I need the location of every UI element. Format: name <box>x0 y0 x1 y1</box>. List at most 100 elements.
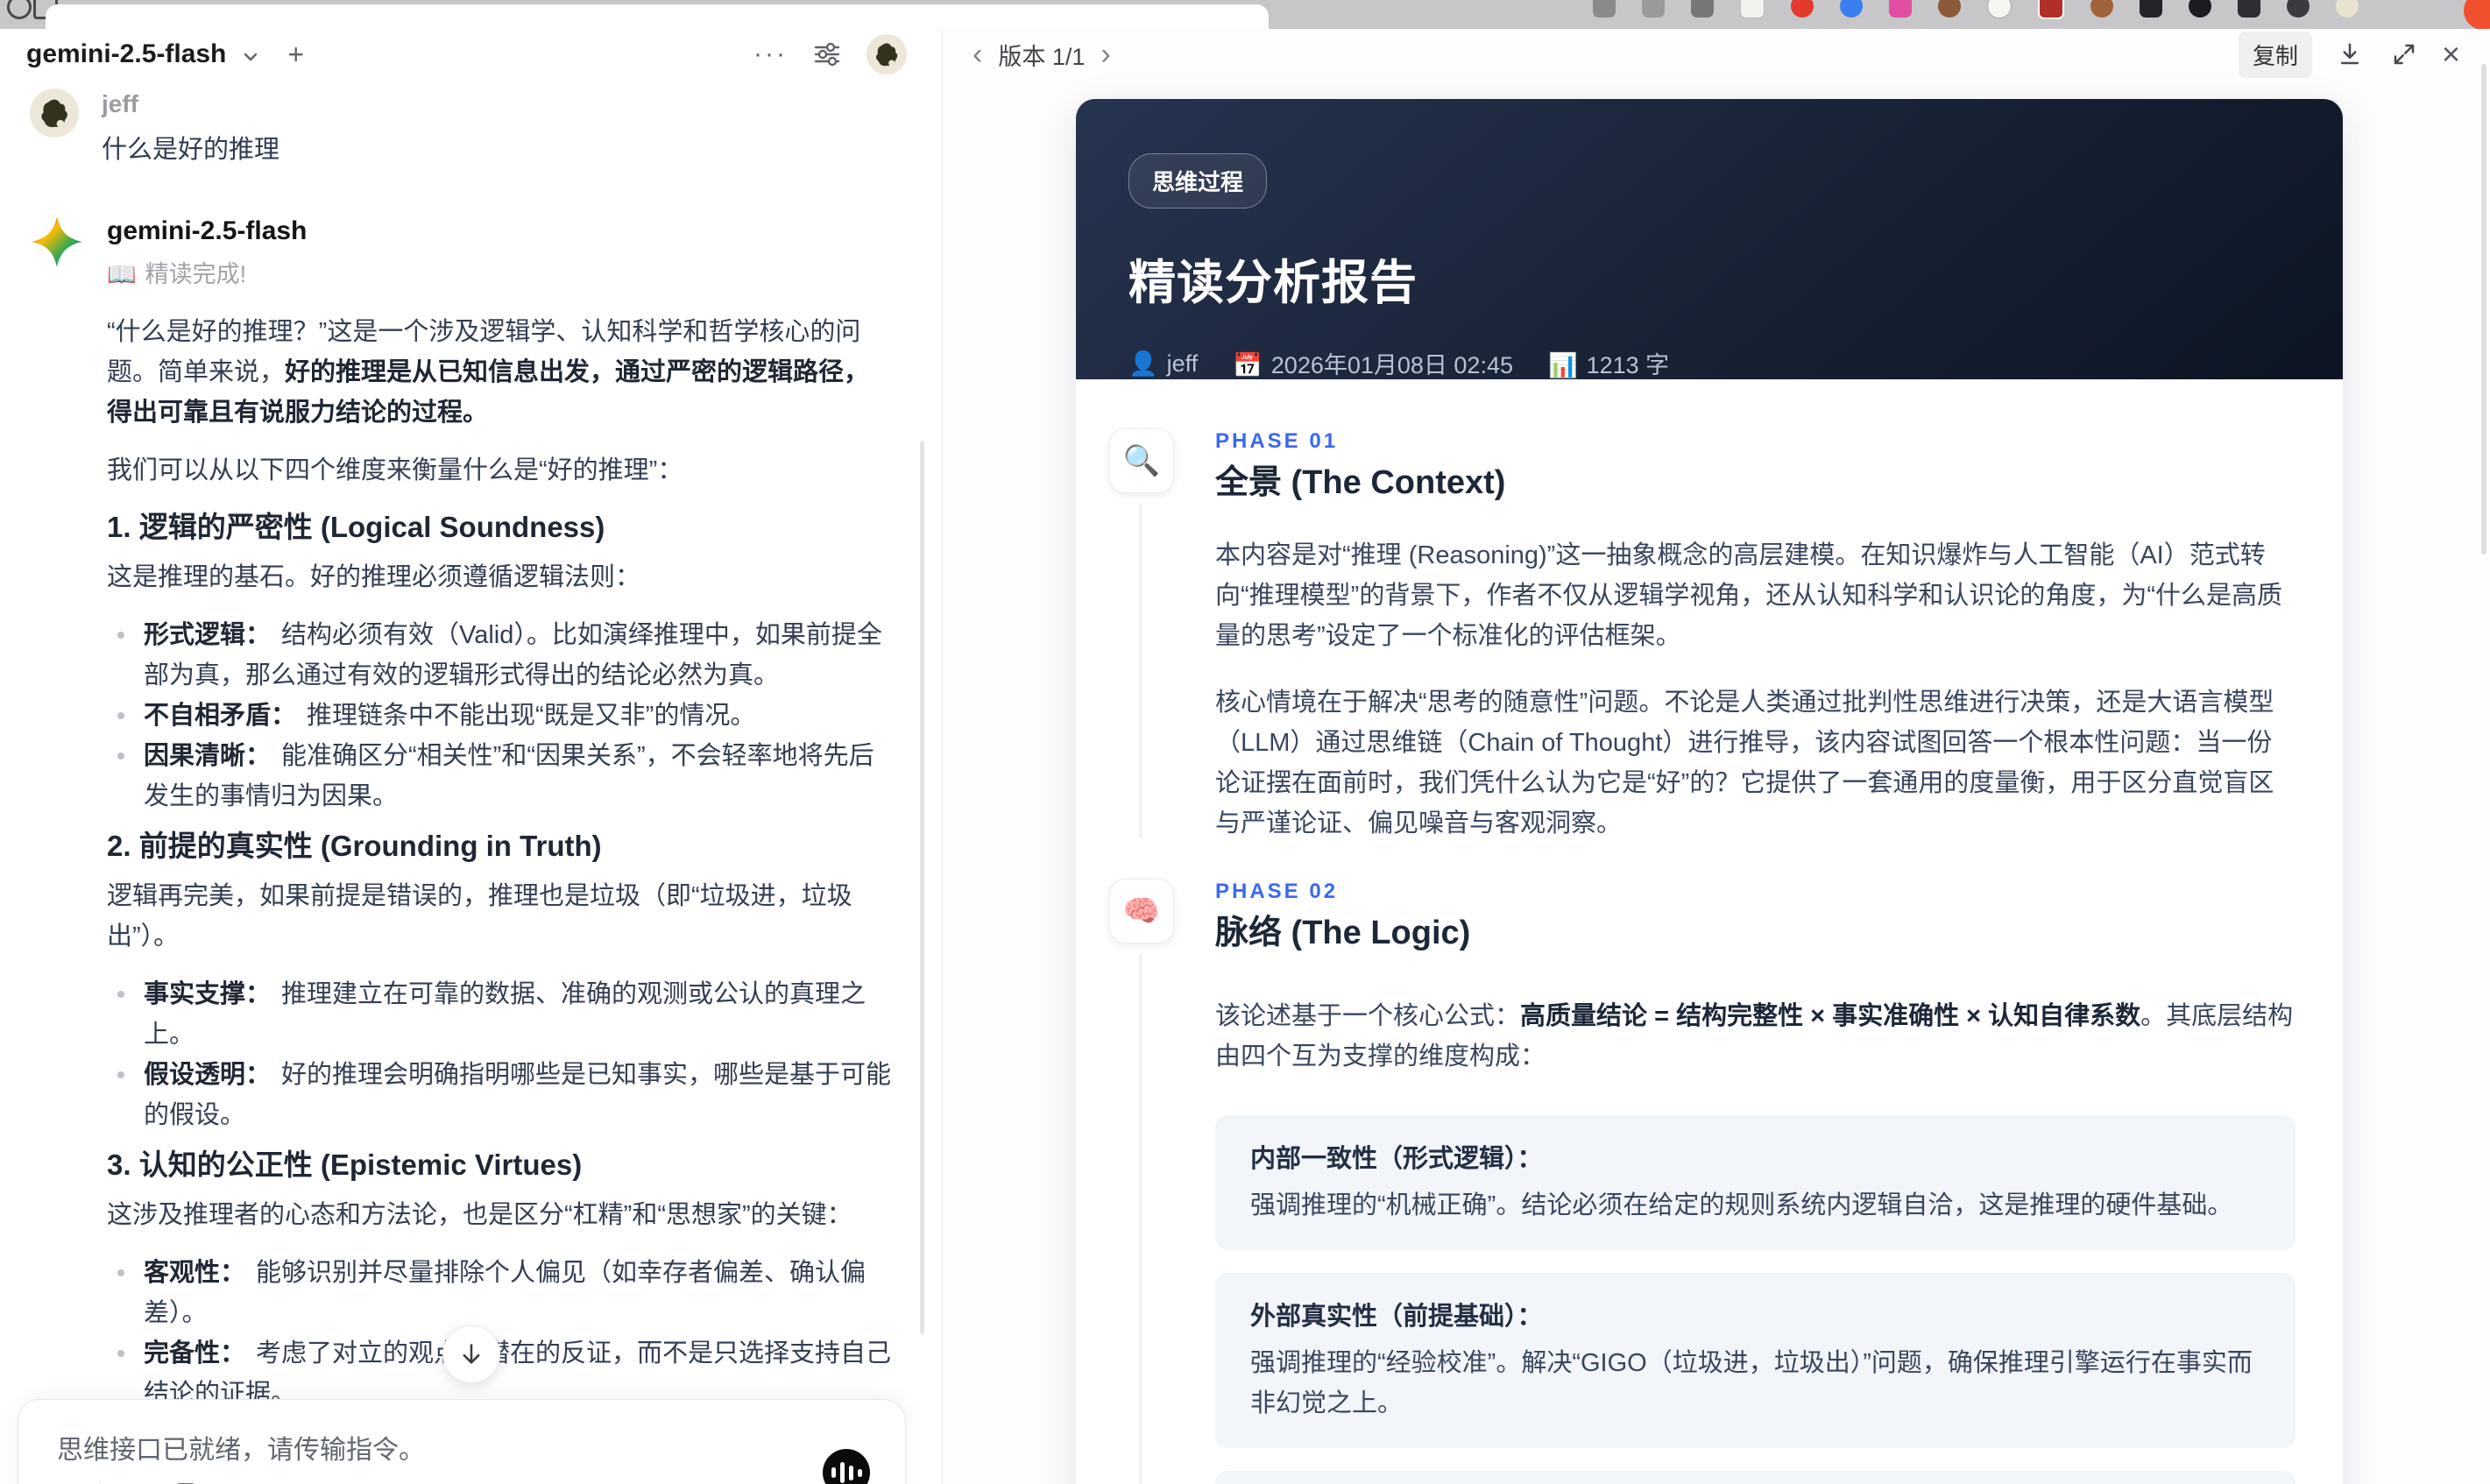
list-item: 形式逻辑： 结构必须有效（Valid）。比如演绎推理中，如果前提全部为真，那么通过… <box>107 615 895 696</box>
expand-icon[interactable] <box>2387 38 2421 71</box>
phase-title: 全景 (The Context) <box>1215 464 1506 501</box>
assistant-message: gemini-2.5-flash 📖 精读完成! “什么是好的推理？”这是一个涉及… <box>30 215 895 1484</box>
close-icon[interactable]: × <box>2442 39 2460 70</box>
new-topic-button[interactable]: + <box>287 40 304 68</box>
chat-scroll-area[interactable]: jeff 什么是好的推理 gemini-2.5-flash 📖 精读完成! “什… <box>0 80 942 1484</box>
user-message: jeff 什么是好的推理 <box>30 88 895 166</box>
phase-label: PHASE 02 <box>1215 880 1339 903</box>
report-badge: 思维过程 <box>1128 153 1268 208</box>
browser-extension-icon[interactable] <box>2038 0 2064 19</box>
report-header: 思维过程 精读分析报告 👤 jeff 📅 2026年01月08日 02:45 📊 12… <box>1076 99 2343 379</box>
version-next-button[interactable]: › <box>1093 39 1117 69</box>
meta-word-count: 📊 1213 字 <box>1547 352 1670 378</box>
message-author: gemini-2.5-flash <box>107 216 308 245</box>
browser-extension-icon[interactable] <box>2140 0 2162 18</box>
browser-extension-icon[interactable] <box>1987 0 2012 18</box>
browser-extension-icon[interactable] <box>2189 0 2211 18</box>
assistant-status: 📖 精读完成! <box>107 261 247 287</box>
section-heading: 2. 前提的真实性 (Grounding in Truth) <box>107 830 602 862</box>
message-author: jeff <box>102 90 138 117</box>
paragraph: “什么是好的推理？”这是一个涉及逻辑学、认知科学和哲学核心的问题。简单来说，好的… <box>107 318 870 427</box>
composer: 思维接口已就绪，请传输指令。 + <box>18 1399 906 1484</box>
magnifier-icon: 🔍 <box>1109 428 1174 493</box>
paragraph: 逻辑再完美，如果前提是错误的，推理也是垃圾（即“垃圾进，垃圾出”）。 <box>107 882 852 950</box>
user-avatar[interactable] <box>30 88 79 138</box>
chat-scrollbar[interactable] <box>920 441 924 1334</box>
artifact-scrollbar[interactable] <box>2481 64 2486 555</box>
paragraph: 我们可以从以下四个维度来衡量什么是“好的推理”： <box>107 456 683 484</box>
artifact-panel: ‹ 版本 1/1 › 复制 × 思维过程 精读分析报告 👤 jeff 📅 202… <box>943 29 2490 1484</box>
report-title: 精读分析报告 <box>1128 257 1418 309</box>
gemini-logo-icon <box>30 215 84 269</box>
browser-profile-avatar[interactable] <box>2336 0 2359 18</box>
version-label: 版本 1/1 <box>998 43 1086 70</box>
paragraph: 核心情境在于解决“思考的随意性”问题。不论是人类通过批判性思维进行决策，还是大语… <box>1215 689 2274 837</box>
browser-extension-icon[interactable] <box>1740 0 1765 18</box>
list-item: 客观性： 能够识别并尽量排除个人偏见（如幸存者偏差、确认偏差）。 <box>107 1253 895 1333</box>
report-body: 🔍 PHASE 01 全景 (The Context) 本内容是对“推理 (Re… <box>1076 379 2343 1484</box>
message-text: 什么是好的推理 <box>102 136 280 164</box>
dimension-card: 外部真实性（前提基础）： 强调推理的“经验校准”。解决“GIGO（垃圾进，垃圾出… <box>1215 1273 2295 1448</box>
download-icon[interactable] <box>2333 38 2366 71</box>
browser-extension-icon[interactable] <box>1593 0 1616 18</box>
report-card: 思维过程 精读分析报告 👤 jeff 📅 2026年01月08日 02:45 📊 12… <box>1076 99 2343 1484</box>
app-window: gemini-2.5-flash + ··· jeff 什么是好的推理 gemi… <box>0 29 2490 1484</box>
dimension-card: 内部一致性（形式逻辑）： 强调推理的“机械正确”。结论必须在给定的规则系统内逻辑… <box>1215 1115 2295 1250</box>
chat-panel: gemini-2.5-flash + ··· jeff 什么是好的推理 gemi… <box>0 29 942 1484</box>
extension-row <box>1593 0 2359 19</box>
card-text: 强调推理的“经验校准”。解决“GIGO（垃圾进，垃圾出）”问题，确保推理引擎运行… <box>1250 1349 2253 1417</box>
bullet-list: 形式逻辑： 结构必须有效（Valid）。比如演绎推理中，如果前提全部为真，那么通过… <box>107 615 895 816</box>
brain-icon: 🧠 <box>1109 879 1174 943</box>
browser-extension-icon[interactable] <box>1691 0 1714 18</box>
browser-extension-icon[interactable] <box>1938 0 1961 18</box>
report-meta: 👤 jeff 📅 2026年01月08日 02:45 📊 1213 字 <box>1128 346 2290 380</box>
dimension-card: 主体伦理（认识美德）： 转向推理者的心理特征。引入奥卡姆剃刀和反向论证，旨在克服… <box>1215 1471 2295 1484</box>
browser-tab[interactable] <box>46 4 1269 29</box>
browser-extension-icon[interactable] <box>1840 0 1863 18</box>
bullet-list: 事实支撑： 推理建立在可靠的数据、准确的观测或公认的真理之上。 假设透明： 好的推理… <box>107 974 895 1135</box>
screen: gemini-2.5-flash + ··· jeff 什么是好的推理 gemi… <box>0 0 2490 1484</box>
browser-extension-icon[interactable] <box>1889 0 1912 18</box>
phase-section: 🧠 PHASE 02 脉络 (The Logic) 该论述基于一个核心公式：高质… <box>1076 879 2295 1484</box>
calendar-icon: 📅 <box>1233 352 1263 378</box>
browser-topbar <box>0 0 2490 29</box>
artifact-topbar: ‹ 版本 1/1 › 复制 × <box>943 29 2490 80</box>
scroll-to-bottom-button[interactable] <box>442 1325 500 1383</box>
book-icon: 📖 <box>107 261 137 287</box>
browser-extension-icon[interactable] <box>2238 0 2260 18</box>
attach-plus-icon[interactable]: + <box>57 1477 76 1484</box>
paragraph: 这是推理的基石。好的推理必须遵循逻辑法则： <box>107 563 641 591</box>
list-item: 因果清晰： 能准确区分“相关性”和“因果关系”，不会轻率地将先后发生的事情归为因果… <box>107 736 895 816</box>
composer-input[interactable]: 思维接口已就绪，请传输指令。 <box>57 1428 867 1466</box>
sliders-icon[interactable] <box>812 39 842 69</box>
browser-extension-icon[interactable] <box>2287 0 2310 18</box>
section-heading: 1. 逻辑的严密性 (Logical Soundness) <box>107 511 605 543</box>
card-text: 强调推理的“机械正确”。结论必须在给定的规则系统内逻辑自洽，这是推理的硬件基础。 <box>1250 1191 2233 1219</box>
dimension-cards: 内部一致性（形式逻辑）： 强调推理的“机械正确”。结论必须在给定的规则系统内逻辑… <box>1215 1115 2295 1484</box>
meta-date: 📅 2026年01月08日 02:45 <box>1233 352 1513 378</box>
list-item: 不自相矛盾： 推理链条中不能出现“既是又非”的情况。 <box>107 696 895 736</box>
phase-section: 🔍 PHASE 01 全景 (The Context) 本内容是对“推理 (Re… <box>1076 428 2295 844</box>
timeline-connector <box>1140 954 1142 1484</box>
paragraph: 该论述基于一个核心公式：高质量结论 = 结构完整性 × 事实准确性 × 认知自律… <box>1215 1002 2294 1071</box>
browser-extension-icon[interactable] <box>2090 0 2113 18</box>
paragraph: 这涉及推理者的心态和方法论，也是区分“杠精”和“思想家”的关键： <box>107 1201 852 1229</box>
chat-header: gemini-2.5-flash + ··· <box>0 29 942 80</box>
model-selector[interactable]: gemini-2.5-flash <box>26 39 226 69</box>
chevron-down-icon[interactable] <box>240 46 261 67</box>
card-term: 外部真实性（前提基础）： <box>1250 1303 1543 1331</box>
browser-extension-icon[interactable] <box>1642 0 1665 18</box>
version-prev-button[interactable]: ‹ <box>966 39 989 69</box>
card-term: 内部一致性（形式逻辑）： <box>1250 1145 1543 1173</box>
more-options-button[interactable]: ··· <box>753 41 788 67</box>
browser-extension-icon[interactable] <box>1791 0 1814 18</box>
bar-chart-icon: 📊 <box>1547 352 1578 378</box>
reload-icon[interactable] <box>7 0 32 19</box>
copy-button[interactable]: 复制 <box>2238 31 2312 78</box>
markdown-body: “什么是好的推理？”这是一个涉及逻辑学、认知科学和哲学核心的问题。简单来说，好的… <box>107 312 895 1484</box>
paragraph: 本内容是对“推理 (Reasoning)”这一抽象概念的高层建模。在知识爆炸与人… <box>1215 541 2282 650</box>
list-item: 假设透明： 好的推理会明确指明哪些是已知事实，哪些是基于可能的假设。 <box>107 1055 895 1135</box>
browser-menu-icon[interactable] <box>2464 0 2490 29</box>
user-avatar[interactable] <box>867 34 907 74</box>
timeline-connector <box>1140 504 1142 838</box>
